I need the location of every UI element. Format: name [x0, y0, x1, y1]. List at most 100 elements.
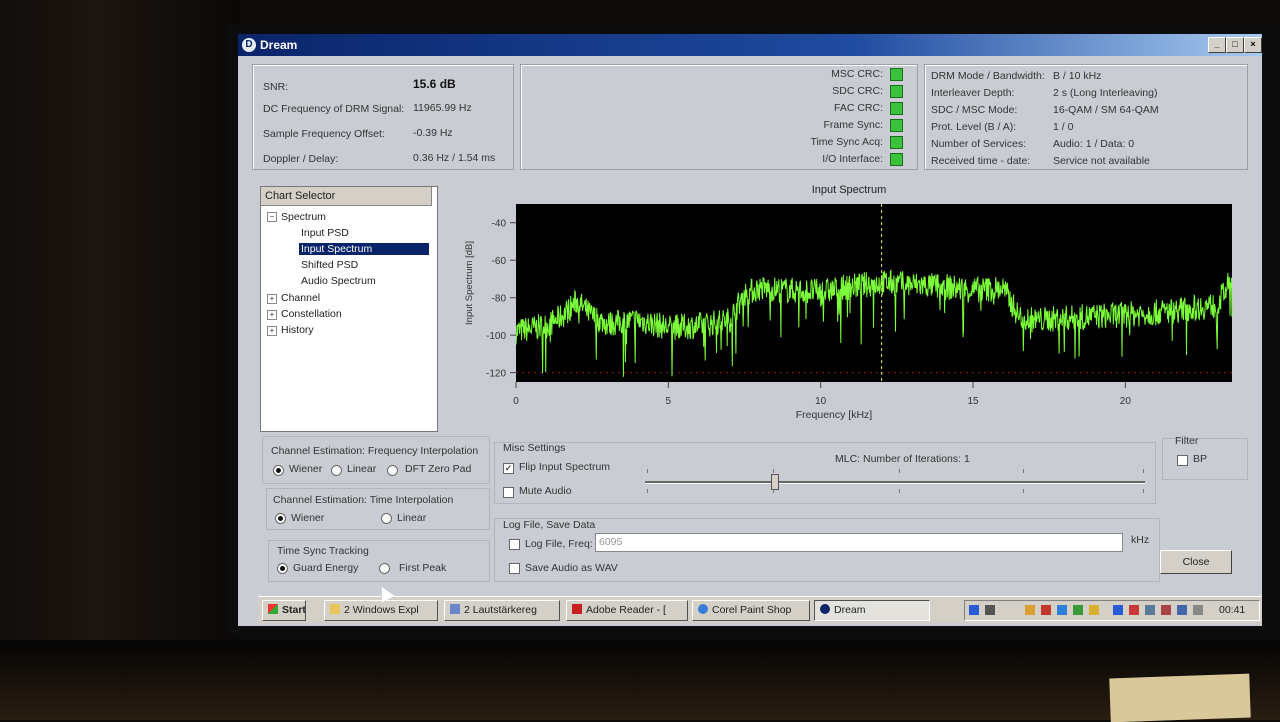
close-window-button[interactable]: ×: [1244, 37, 1262, 53]
freq-wiener-radio[interactable]: [273, 465, 284, 476]
task-windows-explorer[interactable]: 2 Windows Expl: [324, 600, 438, 621]
tray-icon[interactable]: [1025, 605, 1035, 615]
time-interpolation-title: Channel Estimation: Time Interpolation: [273, 494, 454, 506]
tray-network-icon[interactable]: [1113, 605, 1123, 615]
input-spectrum-chart: Input Spectrum -40 -60 -80 -100 -120 0 5 10 15 20…: [458, 182, 1240, 426]
time-linear-radio[interactable]: [381, 513, 392, 524]
tree-item-constellation[interactable]: Constellation: [281, 308, 342, 320]
x-tick-label: 0: [513, 396, 519, 407]
chart-selector-tree[interactable]: Chart Selector − Spectrum Input PSD Inpu…: [260, 186, 438, 432]
guard-energy-radio[interactable]: [277, 563, 288, 574]
crc-panel: MSC CRC: SDC CRC: FAC CRC: Frame Sync: T…: [520, 64, 918, 170]
tray-volume-icon[interactable]: [1177, 605, 1187, 615]
misc-settings-group: Misc Settings ✓ Flip Input Spectrum Mute…: [494, 442, 1156, 504]
sample-offset-label: Sample Frequency Offset:: [263, 128, 385, 140]
tray-icon[interactable]: [1073, 605, 1083, 615]
tray-monitor-icon[interactable]: [985, 605, 995, 615]
tray-icon[interactable]: [1193, 605, 1203, 615]
freq-dft-radio[interactable]: [387, 465, 398, 476]
freq-linear-radio[interactable]: [331, 465, 342, 476]
tree-item-audio-spectrum[interactable]: Audio Spectrum: [301, 275, 376, 287]
mute-audio-checkbox[interactable]: [503, 487, 514, 498]
tray-icon[interactable]: [1129, 605, 1139, 615]
tree-item-input-spectrum[interactable]: Input Spectrum: [299, 243, 429, 255]
mlc-slider-track[interactable]: [645, 481, 1145, 484]
task-adobe-reader[interactable]: Adobe Reader - [: [566, 600, 688, 621]
minimize-button[interactable]: _: [1208, 37, 1226, 53]
freq-wiener-label[interactable]: Wiener: [289, 463, 322, 475]
filter-group: Filter BP: [1162, 435, 1248, 480]
chart-svg: -40 -60 -80 -100 -120 0 5 10 15 20 Frequency [kHz]…: [464, 204, 1233, 421]
time-wiener-radio[interactable]: [275, 513, 286, 524]
system-tray: 00:41: [964, 600, 1260, 621]
x-tick-label: 10: [815, 396, 827, 407]
clock: 00:41: [1219, 604, 1246, 616]
expand-history-icon[interactable]: +: [267, 326, 277, 336]
tray-icon[interactable]: [1057, 605, 1067, 615]
flip-spectrum-label[interactable]: Flip Input Spectrum: [519, 461, 610, 473]
bp-label[interactable]: BP: [1193, 453, 1207, 465]
slider-tick: [1143, 469, 1144, 473]
tray-lang-icon[interactable]: [969, 605, 979, 615]
maximize-button[interactable]: □: [1226, 37, 1244, 53]
chart-selector-header[interactable]: Chart Selector: [261, 187, 432, 206]
expand-channel-icon[interactable]: +: [267, 294, 277, 304]
save-wav-label[interactable]: Save Audio as WAV: [525, 562, 618, 574]
freq-linear-label[interactable]: Linear: [347, 463, 376, 475]
tray-icon[interactable]: [1041, 605, 1051, 615]
guard-energy-label[interactable]: Guard Energy: [293, 562, 358, 574]
sticky-note: [1109, 673, 1251, 722]
flip-spectrum-checkbox[interactable]: ✓: [503, 463, 514, 474]
x-tick-label: 20: [1120, 396, 1132, 407]
tree-item-spectrum[interactable]: Spectrum: [281, 211, 326, 223]
screen: D Dream _ □ × SNR: 15.6 dB DC Frequency …: [238, 34, 1262, 626]
window-titlebar[interactable]: D Dream _ □ ×: [238, 34, 1262, 56]
first-peak-radio[interactable]: [379, 563, 390, 574]
freq-dft-label[interactable]: DFT Zero Pad: [405, 463, 471, 475]
time-interpolation-group: Channel Estimation: Time Interpolation W…: [266, 488, 490, 530]
mlc-slider-thumb[interactable]: [771, 474, 779, 490]
collapse-spectrum-icon[interactable]: −: [267, 212, 277, 222]
log-file-checkbox[interactable]: [509, 539, 520, 550]
fac-crc-led: [890, 102, 903, 115]
bp-checkbox[interactable]: [1177, 455, 1188, 466]
slider-tick: [899, 469, 900, 473]
task-corel-paint-shop[interactable]: Corel Paint Shop: [692, 600, 810, 621]
tree-item-shifted-psd[interactable]: Shifted PSD: [301, 259, 358, 271]
dream-icon: [820, 604, 830, 614]
tray-icon[interactable]: [1089, 605, 1099, 615]
time-linear-label[interactable]: Linear: [397, 512, 426, 524]
expand-constellation-icon[interactable]: +: [267, 310, 277, 320]
log-file-group: Log File, Save Data Log File, Freq: 6095…: [494, 518, 1160, 582]
freq-interpolation-group: Channel Estimation: Frequency Interpolat…: [262, 436, 490, 484]
tree-item-channel[interactable]: Channel: [281, 292, 320, 304]
log-freq-input[interactable]: 6095: [595, 533, 1123, 552]
slider-tick: [647, 489, 648, 493]
received-time-value: Service not available: [1053, 155, 1150, 167]
tray-icon[interactable]: [1145, 605, 1155, 615]
save-wav-checkbox[interactable]: [509, 563, 520, 574]
minimize-icon: _: [1214, 39, 1220, 49]
log-file-label[interactable]: Log File, Freq:: [525, 538, 593, 550]
mlc-iterations-label: MLC: Number of Iterations: 1: [835, 453, 970, 465]
task-volume-control[interactable]: 2 Lautstärkereg: [444, 600, 560, 621]
time-wiener-label[interactable]: Wiener: [291, 512, 324, 524]
first-peak-label[interactable]: First Peak: [399, 562, 446, 574]
close-button[interactable]: Close: [1160, 550, 1232, 574]
x-axis-label: Frequency [kHz]: [796, 409, 873, 421]
tray-icon[interactable]: [1161, 605, 1171, 615]
tree-item-history[interactable]: History: [281, 324, 314, 336]
interleaver-label: Interleaver Depth:: [931, 87, 1015, 99]
mute-audio-label[interactable]: Mute Audio: [519, 485, 572, 497]
start-button[interactable]: Start: [262, 600, 306, 621]
log-file-title: Log File, Save Data: [503, 519, 596, 531]
tree-item-input-psd[interactable]: Input PSD: [301, 227, 349, 239]
signal-status-panel: SNR: 15.6 dB DC Frequency of DRM Signal:…: [252, 64, 514, 170]
task-dream[interactable]: Dream: [814, 600, 930, 621]
slider-tick: [647, 469, 648, 473]
folder-icon: [330, 604, 340, 614]
y-tick-label: -120: [486, 369, 506, 380]
sample-offset-value: -0.39 Hz: [413, 127, 453, 139]
doppler-delay-value: 0.36 Hz / 1.54 ms: [413, 152, 496, 164]
drm-mode-label: DRM Mode / Bandwidth:: [931, 70, 1045, 82]
